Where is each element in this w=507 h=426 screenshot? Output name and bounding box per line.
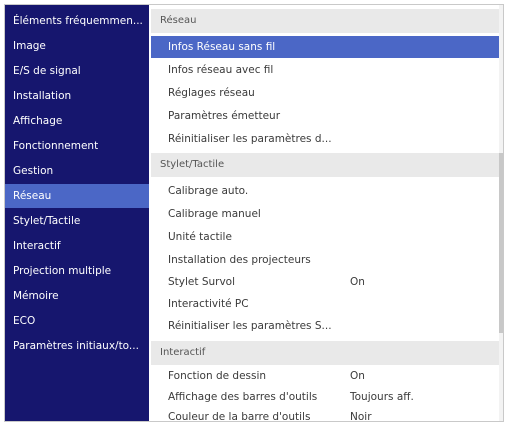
menu-item-value: Toujours aff. xyxy=(350,391,414,403)
scrollbar-track[interactable] xyxy=(499,5,503,421)
menu-item-projector-installation[interactable]: Installation des projecteurs xyxy=(151,249,503,271)
menu-item-auto-calibration[interactable]: Calibrage auto. xyxy=(151,180,503,202)
sidebar-item-signal-io[interactable]: E/S de signal xyxy=(5,59,149,83)
section-header-interactive: Interactif xyxy=(151,341,503,365)
menu-item-label: Interactivité PC xyxy=(168,298,249,310)
menu-item-drawing-function[interactable]: Fonction de dessin On xyxy=(151,365,503,387)
menu-item-label: Infos Réseau sans fil xyxy=(168,41,276,53)
menu-item-label: Infos réseau avec fil xyxy=(168,64,274,76)
menu-item-label: Calibrage manuel xyxy=(168,208,261,220)
menu-item-touch-unit[interactable]: Unité tactile xyxy=(151,226,503,248)
menu-item-label: Stylet Survol xyxy=(168,276,236,288)
sidebar-item-memory[interactable]: Mémoire xyxy=(5,284,149,308)
menu-item-toolbar-display[interactable]: Affichage des barres d'outils Toujours a… xyxy=(151,386,503,408)
menu-item-label: Affichage des barres d'outils xyxy=(168,391,318,403)
sidebar-menu: Éléments fréquemmen... Image E/S de sign… xyxy=(5,5,149,421)
menu-item-reset-pen-settings[interactable]: Réinitialiser les paramètres S... xyxy=(151,315,503,337)
menu-item-value: On xyxy=(350,276,365,288)
sidebar-item-eco[interactable]: ECO xyxy=(5,309,149,333)
sidebar-item-frequent[interactable]: Éléments fréquemmen... xyxy=(5,9,149,33)
menu-item-reset-network[interactable]: Réinitialiser les paramètres d... xyxy=(151,128,503,150)
menu-item-manual-calibration[interactable]: Calibrage manuel xyxy=(151,203,503,225)
sidebar-item-pen-touch[interactable]: Stylet/Tactile xyxy=(5,209,149,233)
menu-item-label: Couleur de la barre d'outils xyxy=(168,411,311,422)
menu-item-pc-interactivity[interactable]: Interactivité PC xyxy=(151,293,503,315)
menu-item-value: On xyxy=(350,370,365,382)
menu-item-transmitter-settings[interactable]: Paramètres émetteur xyxy=(151,105,503,127)
settings-menu-window: Éléments fréquemmen... Image E/S de sign… xyxy=(4,4,504,422)
menu-item-wired-info[interactable]: Infos réseau avec fil xyxy=(151,59,503,81)
menu-item-label: Calibrage auto. xyxy=(168,185,249,197)
sidebar-item-management[interactable]: Gestion xyxy=(5,159,149,183)
menu-item-label: Réglages réseau xyxy=(168,87,255,99)
sidebar-item-initial-settings[interactable]: Paramètres initiaux/to... xyxy=(5,334,149,358)
section-header-pen-touch: Stylet/Tactile xyxy=(151,153,503,177)
menu-item-label: Unité tactile xyxy=(168,231,232,243)
section-header-network: Réseau xyxy=(151,9,503,33)
menu-item-value: Noir xyxy=(350,411,372,422)
scrollbar-thumb[interactable] xyxy=(499,153,503,333)
menu-item-label: Réinitialiser les paramètres d... xyxy=(168,133,332,145)
menu-item-label: Installation des projecteurs xyxy=(168,254,311,266)
sidebar-item-interactive[interactable]: Interactif xyxy=(5,234,149,258)
menu-item-wireless-info[interactable]: Infos Réseau sans fil xyxy=(151,36,503,58)
sidebar-item-operation[interactable]: Fonctionnement xyxy=(5,134,149,158)
sidebar-item-multi-projection[interactable]: Projection multiple xyxy=(5,259,149,283)
menu-item-label: Fonction de dessin xyxy=(168,370,267,382)
sidebar-item-display[interactable]: Affichage xyxy=(5,109,149,133)
settings-panel: Réseau Infos Réseau sans fil Infos résea… xyxy=(151,5,503,421)
menu-item-network-settings[interactable]: Réglages réseau xyxy=(151,82,503,104)
sidebar-item-installation[interactable]: Installation xyxy=(5,84,149,108)
menu-item-label: Paramètres émetteur xyxy=(168,110,281,122)
sidebar-item-image[interactable]: Image xyxy=(5,34,149,58)
menu-item-pen-hover[interactable]: Stylet Survol On xyxy=(151,271,503,293)
sidebar-item-network[interactable]: Réseau xyxy=(5,184,149,208)
menu-item-label: Réinitialiser les paramètres S... xyxy=(168,320,332,332)
menu-item-toolbar-color[interactable]: Couleur de la barre d'outils Noir xyxy=(151,406,503,422)
